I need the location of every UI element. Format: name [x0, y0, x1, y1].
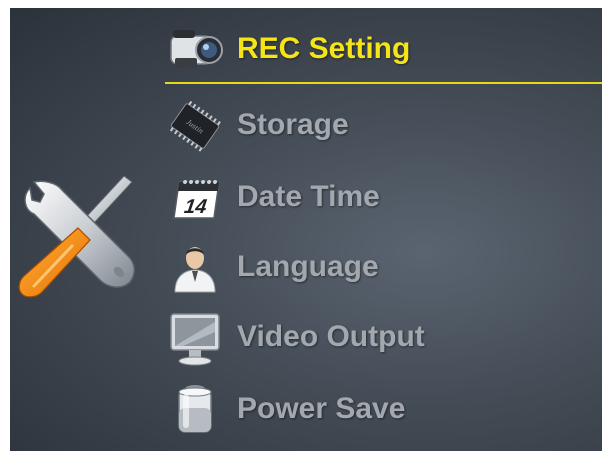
menu-item-storage[interactable]: Justin Storage: [165, 96, 595, 156]
menu-item-date-time[interactable]: 14 Date Time: [165, 168, 595, 228]
monitor-icon: [170, 313, 220, 366]
menu-item-language[interactable]: Language: [165, 238, 595, 298]
camcorder-icon: [170, 30, 223, 68]
memory-chip-icon: Justin: [169, 100, 221, 152]
battery-icon: [178, 385, 212, 433]
menu-item-label: Video Output: [237, 320, 425, 353]
settings-menu: REC Setting Justin Storage 14 Date Time …: [10, 8, 602, 451]
calendar-icon: 14: [173, 180, 220, 219]
menu-item-power-save[interactable]: Power Save: [165, 380, 595, 440]
menu-item-label: Date Time: [237, 180, 380, 213]
menu-item-label: REC Setting: [237, 32, 411, 65]
menu-item-label: Storage: [237, 108, 349, 141]
selection-underline: [165, 82, 602, 84]
person-icon: [174, 247, 216, 293]
settings-screen: REC Setting Justin Storage 14 Date Time …: [10, 8, 602, 451]
menu-item-video-output[interactable]: Video Output: [165, 308, 595, 368]
menu-item-rec-setting[interactable]: REC Setting: [165, 20, 595, 80]
menu-item-label: Language: [237, 250, 379, 283]
menu-item-label: Power Save: [237, 392, 406, 425]
calendar-day: 14: [183, 196, 208, 218]
